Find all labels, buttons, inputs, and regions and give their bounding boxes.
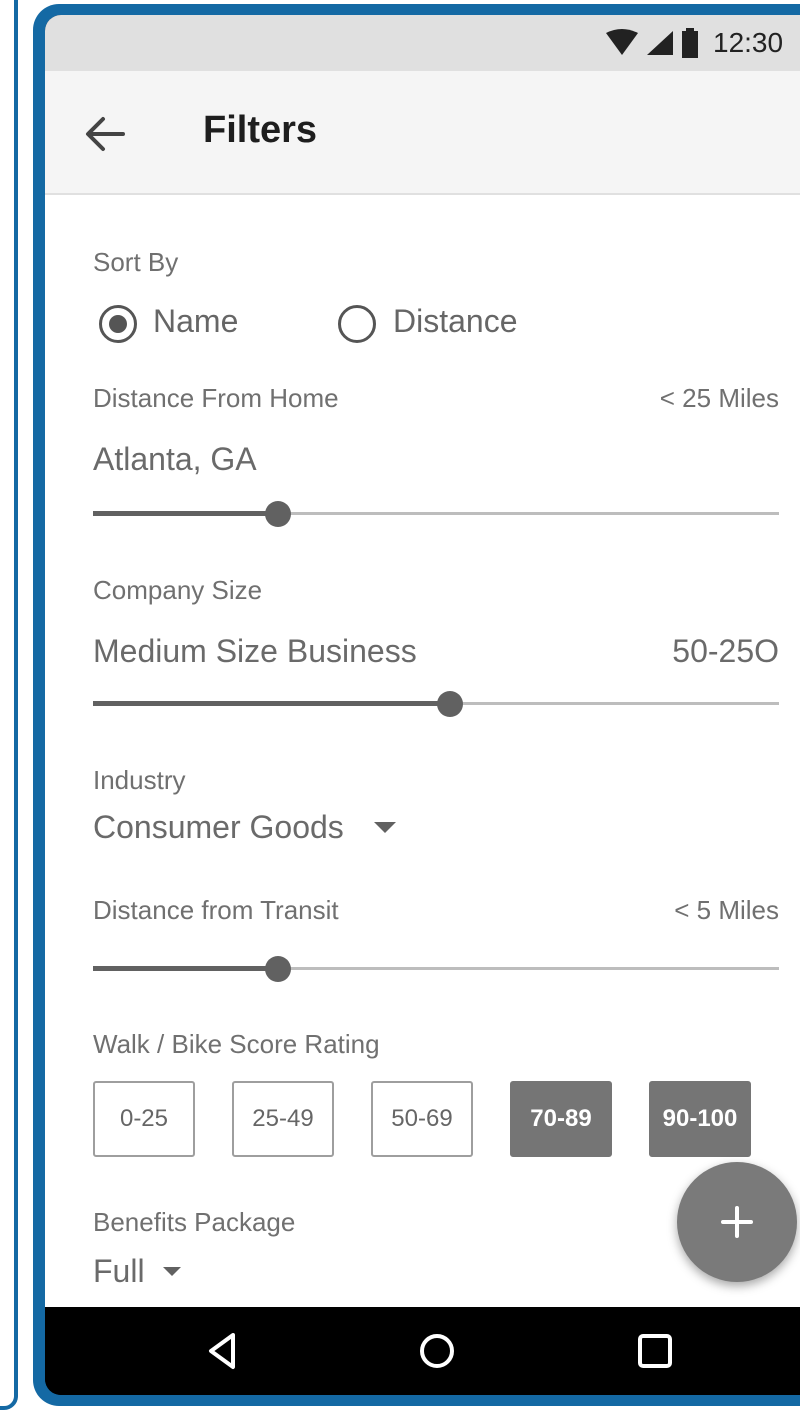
phone-screen: 12:30 Filters Sort By Name Distance Dist… xyxy=(45,15,800,1395)
battery-icon xyxy=(682,28,698,58)
benefits-label: Benefits Package xyxy=(93,1207,296,1237)
distance-transit-value: < 5 Miles xyxy=(674,895,779,925)
company-size-slider[interactable] xyxy=(93,689,779,719)
sort-name-radio[interactable] xyxy=(99,305,137,343)
distance-home-label: Distance From Home xyxy=(93,383,339,413)
benefits-dropdown[interactable]: Full xyxy=(93,1253,181,1290)
recents-square-icon[interactable] xyxy=(633,1329,677,1373)
industry-dropdown[interactable]: Consumer Goods xyxy=(93,809,396,846)
home-circle-icon[interactable] xyxy=(415,1329,459,1373)
add-fab-button[interactable] xyxy=(677,1162,797,1282)
left-device-frame xyxy=(0,0,18,1410)
page-title: Filters xyxy=(203,109,318,151)
slider-thumb[interactable] xyxy=(265,956,291,982)
back-triangle-icon[interactable] xyxy=(201,1329,245,1373)
slider-thumb[interactable] xyxy=(437,691,463,717)
sort-by-label: Sort By xyxy=(93,247,179,277)
app-bar: Filters xyxy=(45,71,800,195)
score-chip-90-100[interactable]: 90-100 xyxy=(649,1081,751,1157)
industry-value: Consumer Goods xyxy=(93,809,344,845)
cell-signal-icon xyxy=(647,31,673,55)
score-chip-25-49[interactable]: 25-49 xyxy=(232,1081,334,1157)
distance-transit-label: Distance from Transit xyxy=(93,895,339,925)
filters-content: Sort By Name Distance Distance From Home… xyxy=(45,195,800,1307)
company-size-range: 50-25O xyxy=(672,633,779,669)
score-chip-0-25[interactable]: 0-25 xyxy=(93,1081,195,1157)
company-size-value: Medium Size Business xyxy=(93,633,417,669)
score-chip-70-89[interactable]: 70-89 xyxy=(510,1081,612,1157)
distance-transit-slider[interactable] xyxy=(93,954,779,984)
benefits-value: Full xyxy=(93,1253,145,1289)
distance-home-value: < 25 Miles xyxy=(659,383,779,413)
slider-thumb[interactable] xyxy=(265,501,291,527)
system-nav-bar xyxy=(45,1307,800,1395)
wifi-icon xyxy=(606,29,638,55)
home-location: Atlanta, GA xyxy=(93,441,257,477)
company-size-label: Company Size xyxy=(93,575,263,605)
status-bar: 12:30 xyxy=(45,15,800,71)
arrow-left-icon[interactable] xyxy=(83,113,125,155)
sort-distance-label: Distance xyxy=(393,303,518,339)
sort-distance-radio[interactable] xyxy=(338,305,376,343)
sort-name-label: Name xyxy=(153,303,239,339)
phone-frame: 12:30 Filters Sort By Name Distance Dist… xyxy=(33,4,800,1406)
plus-icon xyxy=(721,1206,753,1238)
walk-bike-label: Walk / Bike Score Rating xyxy=(93,1029,380,1059)
score-chip-50-69[interactable]: 50-69 xyxy=(371,1081,473,1157)
distance-home-slider[interactable] xyxy=(93,499,779,529)
status-time: 12:30 xyxy=(713,27,784,58)
industry-label: Industry xyxy=(93,765,186,795)
dropdown-arrow-icon xyxy=(373,822,396,833)
dropdown-arrow-icon xyxy=(162,1267,181,1276)
